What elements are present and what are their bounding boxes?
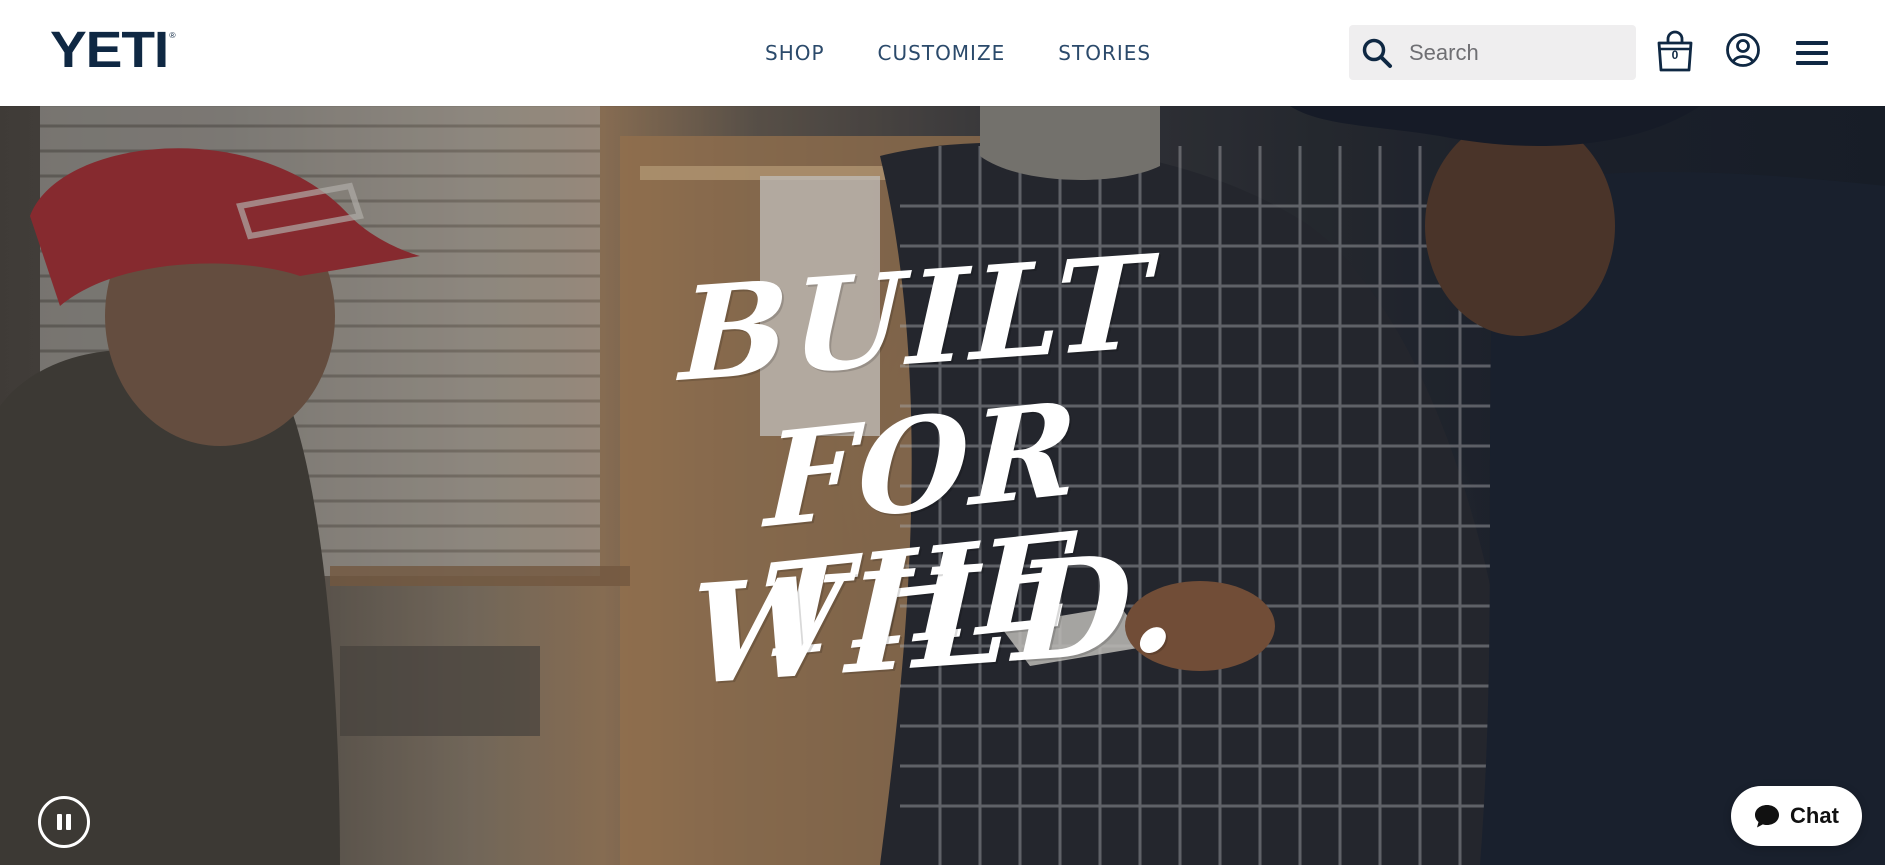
pause-icon <box>57 814 62 830</box>
yeti-logo[interactable]: YETI ® <box>50 21 176 78</box>
nav-customize[interactable]: CUSTOMIZE <box>878 40 1006 66</box>
site-header: YETI ® SHOP CUSTOMIZE STORIES 0 <box>0 0 1885 106</box>
cart-count: 0 <box>1671 48 1679 62</box>
hero-headline: BUILT FOR THE WILD. <box>560 176 1320 736</box>
headline-line-3: WILD. <box>687 521 1185 717</box>
cart-button[interactable]: 0 <box>1656 30 1694 72</box>
chat-bubble-icon <box>1755 805 1780 828</box>
logo-text: YETI <box>50 21 169 78</box>
nav-stories[interactable]: STORIES <box>1058 40 1151 66</box>
hamburger-menu-icon <box>1796 41 1828 65</box>
account-icon <box>1726 33 1760 67</box>
search-bar <box>1349 25 1636 80</box>
pause-video-button[interactable] <box>38 796 90 848</box>
search-icon[interactable] <box>1361 37 1393 69</box>
chat-button[interactable]: Chat <box>1731 786 1862 846</box>
chat-label: Chat <box>1790 803 1839 828</box>
registered-mark: ® <box>169 31 175 40</box>
hero-video: BUILT FOR THE WILD. Chat <box>0 106 1885 865</box>
main-nav: SHOP CUSTOMIZE STORIES <box>765 40 1151 66</box>
search-input[interactable] <box>1409 37 1619 69</box>
account-button[interactable] <box>1725 32 1761 68</box>
menu-button[interactable] <box>1796 40 1828 66</box>
pause-icon-bar <box>66 814 71 830</box>
nav-shop[interactable]: SHOP <box>765 40 825 66</box>
